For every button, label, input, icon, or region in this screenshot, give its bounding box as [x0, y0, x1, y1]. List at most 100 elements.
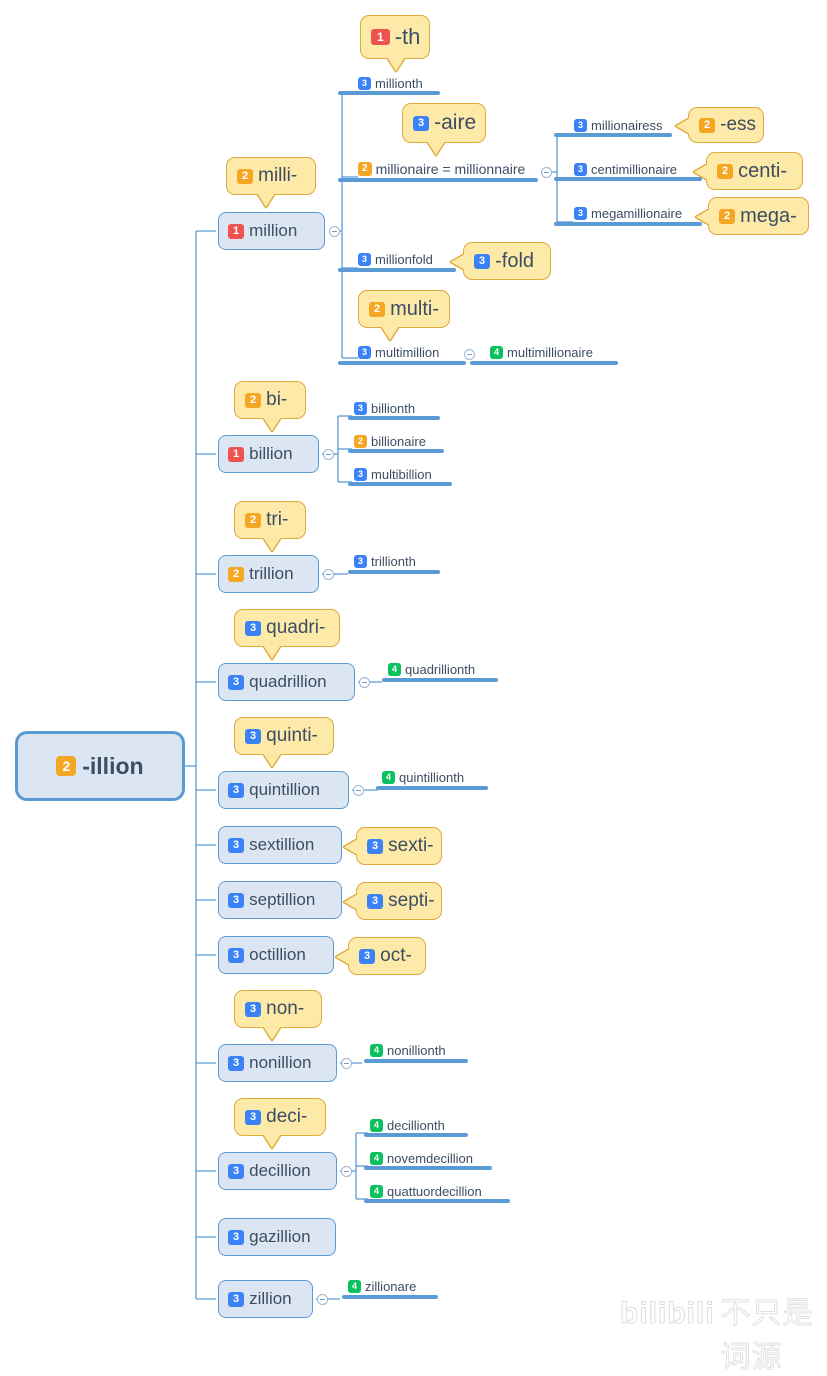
node-badge: 2: [228, 566, 245, 582]
callout-tail-icon: [387, 57, 405, 71]
node-sextillion[interactable]: 3 sextillion: [218, 826, 342, 864]
toggle-zillion[interactable]: [317, 1294, 328, 1305]
toggle-trillion[interactable]: [323, 569, 334, 580]
root-badge: 2: [56, 756, 77, 776]
node-badge: 1: [228, 223, 245, 239]
toggle-decillion[interactable]: [341, 1166, 352, 1177]
leaf-label: multibillion: [371, 467, 432, 482]
callout-badge: 2: [237, 168, 254, 184]
leaf-label: zillionare: [365, 1279, 417, 1294]
node-nonillion[interactable]: 3 nonillion: [218, 1044, 337, 1082]
node-badge: 1: [228, 446, 245, 462]
callout-label: sexti-: [388, 835, 434, 856]
callout-tail-icon: [336, 949, 350, 965]
callout-tail-icon: [451, 254, 465, 270]
leaf-badge: 3: [354, 555, 368, 568]
leaf-label: multimillion: [375, 345, 440, 360]
callout-bi-prefix[interactable]: 2 bi-: [234, 381, 306, 431]
callout-badge: 3: [474, 253, 491, 269]
node-decillion[interactable]: 3 decillion: [218, 1152, 337, 1190]
callout-septi[interactable]: 3 septi-: [344, 882, 442, 920]
node-million[interactable]: 1 million: [218, 212, 325, 250]
toggle-quintillion[interactable]: [353, 785, 364, 796]
callout-quadri-prefix[interactable]: 3 quadri-: [234, 609, 340, 659]
node-label: septillion: [249, 890, 316, 909]
callout-ess[interactable]: 2 -ess: [676, 107, 764, 143]
callout-badge: 2: [699, 117, 716, 133]
leaf-badge: 4: [382, 771, 396, 784]
callout-badge: 2: [719, 208, 736, 224]
root-node[interactable]: 2 -illion: [15, 731, 185, 801]
node-label: quintillion: [249, 780, 321, 799]
node-quadrillion[interactable]: 3 quadrillion: [218, 663, 355, 701]
node-badge: 3: [228, 782, 245, 798]
toggle-quadrillion[interactable]: [359, 677, 370, 688]
mindmap-canvas: 2 -illion 2 milli- 1 million 1 -th 3 mil…: [0, 0, 827, 1375]
node-octillion[interactable]: 3 octillion: [218, 936, 334, 974]
callout-badge: 3: [245, 728, 262, 744]
toggle-billion[interactable]: [323, 449, 334, 460]
callout-aire[interactable]: 3 -aire: [402, 103, 486, 155]
node-label: trillion: [249, 564, 294, 583]
leaf-label: billionaire: [371, 434, 426, 449]
node-badge: 3: [228, 947, 245, 963]
watermark-text: 不只是词源: [720, 1297, 814, 1375]
callout-label: non-: [266, 998, 305, 1019]
callout-label: oct-: [380, 945, 412, 966]
leaf-label: novemdecillion: [387, 1151, 474, 1166]
callout-centi[interactable]: 2 centi-: [694, 152, 803, 190]
callout-label: mega-: [740, 204, 797, 227]
callout-label: deci-: [266, 1106, 308, 1127]
leaf-badge: 3: [574, 207, 588, 220]
callout-badge: 3: [413, 115, 430, 131]
node-septillion[interactable]: 3 septillion: [218, 881, 342, 919]
callout-quinti-prefix[interactable]: 3 quinti-: [234, 717, 334, 767]
leaf-underline: [342, 1295, 438, 1299]
node-label: decillion: [249, 1161, 311, 1180]
leaf-label: quattuordecillion: [387, 1184, 482, 1199]
callout-badge: 3: [245, 1109, 262, 1125]
leaf-label: multimillionaire: [507, 345, 593, 360]
callout-tail-icon: [694, 164, 708, 180]
node-billion[interactable]: 1 billion: [218, 435, 319, 473]
callout-deci-prefix[interactable]: 3 deci-: [234, 1098, 326, 1148]
callout-th[interactable]: 1 -th: [360, 15, 430, 71]
callout-multi[interactable]: 2 multi-: [358, 290, 450, 340]
callout-badge: 2: [245, 392, 262, 408]
leaf-underline: [348, 416, 440, 420]
callout-sexti[interactable]: 3 sexti-: [344, 827, 442, 865]
callout-label: tri-: [266, 509, 289, 530]
callout-oct[interactable]: 3 oct-: [336, 937, 426, 975]
node-trillion[interactable]: 2 trillion: [218, 555, 319, 593]
callout-tail-icon: [257, 193, 275, 207]
toggle-million[interactable]: [329, 226, 340, 237]
watermark: bilibili 不只是词源: [620, 1288, 827, 1376]
callout-mega[interactable]: 2 mega-: [696, 197, 809, 235]
leaf-underline: [348, 449, 444, 453]
callout-badge: 2: [717, 163, 734, 179]
leaf-underline: [348, 570, 440, 574]
callout-badge: 2: [245, 512, 262, 528]
node-gazillion[interactable]: 3 gazillion: [218, 1218, 336, 1256]
leaf-badge: 4: [370, 1185, 384, 1198]
toggle-nonillion[interactable]: [341, 1058, 352, 1069]
callout-label: -fold: [495, 249, 535, 272]
leaf-badge: 4: [388, 663, 402, 676]
leaf-label: quadrillionth: [405, 662, 476, 677]
leaf-badge: 4: [370, 1119, 384, 1132]
toggle-millionaire[interactable]: [541, 167, 552, 178]
toggle-multimillion[interactable]: [464, 349, 475, 360]
callout-fold[interactable]: 3 -fold: [451, 242, 551, 280]
callout-non-prefix[interactable]: 3 non-: [234, 990, 322, 1040]
callout-tail-icon: [263, 753, 281, 767]
leaf-label: millionfold: [375, 252, 433, 267]
node-quintillion[interactable]: 3 quintillion: [218, 771, 349, 809]
leaf-badge: 3: [358, 253, 372, 266]
callout-milli-prefix[interactable]: 2 milli-: [226, 157, 316, 207]
node-badge: 3: [228, 1055, 245, 1071]
leaf-underline: [382, 678, 498, 682]
leaf-underline: [554, 133, 672, 137]
leaf-label: megamillionaire: [591, 206, 683, 221]
node-zillion[interactable]: 3 zillion: [218, 1280, 313, 1318]
callout-tri-prefix[interactable]: 2 tri-: [234, 501, 306, 551]
